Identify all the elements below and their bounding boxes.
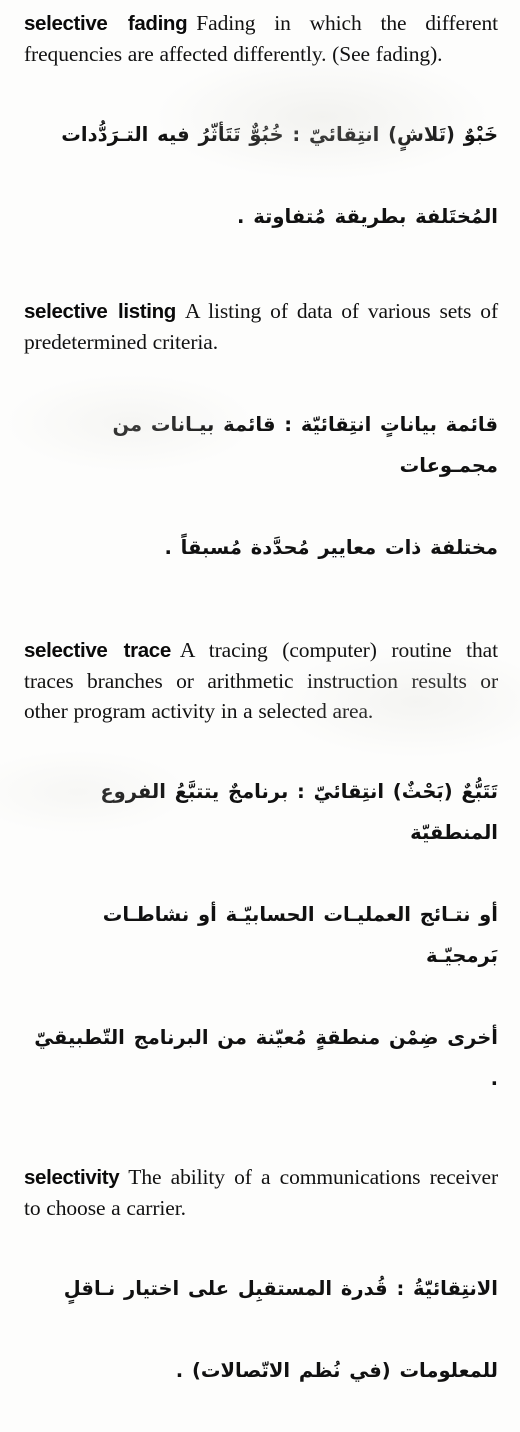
arabic-line: قائمة بياناتٍ انتِقائيّة : قائمة بيـانات… — [112, 413, 498, 477]
arabic-line: مختلفة ذات معايير مُحدَّدة مُسبقاً . — [164, 536, 498, 559]
arabic-line: للمعلومات (في نُظم الاتّصالات) . — [175, 1359, 498, 1382]
arabic-line: الانتِقائيّةُ : قُدرة المستقبِل على اختي… — [63, 1277, 498, 1300]
dictionary-entry: selective trace A tracing (computer) rout… — [24, 609, 498, 1140]
dictionary-entry: selectivity The ability of a communicatio… — [24, 1140, 498, 1432]
arabic-line: المُختَلفة بطريقة مُتفاوتة . — [237, 205, 498, 228]
entry-english-block: selective listing A listing of data of va… — [24, 296, 498, 357]
entry-english-block: selectivity The ability of a communicatio… — [24, 1162, 498, 1223]
arabic-line: تَتَبُّعٌ (بَحْثٌ) انتِقائيّ : برنامجٌ ي… — [100, 780, 498, 844]
dictionary-page: selective fading Fading in which the diff… — [0, 0, 520, 1432]
entry-arabic-block: الانتِقائيّةُ : قُدرة المستقبِل على اختي… — [24, 1227, 498, 1432]
dictionary-entry: selective fading Fading in which the diff… — [24, 6, 498, 278]
entry-headword: selective trace — [24, 639, 171, 662]
dictionary-entry: selective listing A listing of data of va… — [24, 278, 498, 609]
entry-headword: selective listing — [24, 300, 176, 323]
arabic-line: أخرى ضِمْن منطقةٍ مُعيّنة من البرنامج ال… — [34, 1026, 498, 1090]
entry-english-block: selective fading Fading in which the diff… — [24, 8, 498, 69]
entry-arabic-block: تَتَبُّعٌ (بَحْثٌ) انتِقائيّ : برنامجٌ ي… — [24, 730, 498, 1140]
arabic-line: خَبْوٌ (تَلاشٍ) انتِقائيّ : خُبُوٌّ تَتَ… — [61, 123, 498, 146]
entry-headword: selectivity — [24, 1166, 120, 1189]
entry-english-block: selective trace A tracing (computer) rout… — [24, 635, 498, 726]
arabic-line: أو نتـائج العمليـات الحسابيّـة أو نشاطـا… — [102, 903, 498, 967]
entry-headword: selective fading — [24, 12, 188, 35]
entry-arabic-block: قائمة بياناتٍ انتِقائيّة : قائمة بيـانات… — [24, 363, 498, 609]
entry-arabic-block: خَبْوٌ (تَلاشٍ) انتِقائيّ : خُبُوٌّ تَتَ… — [24, 73, 498, 278]
